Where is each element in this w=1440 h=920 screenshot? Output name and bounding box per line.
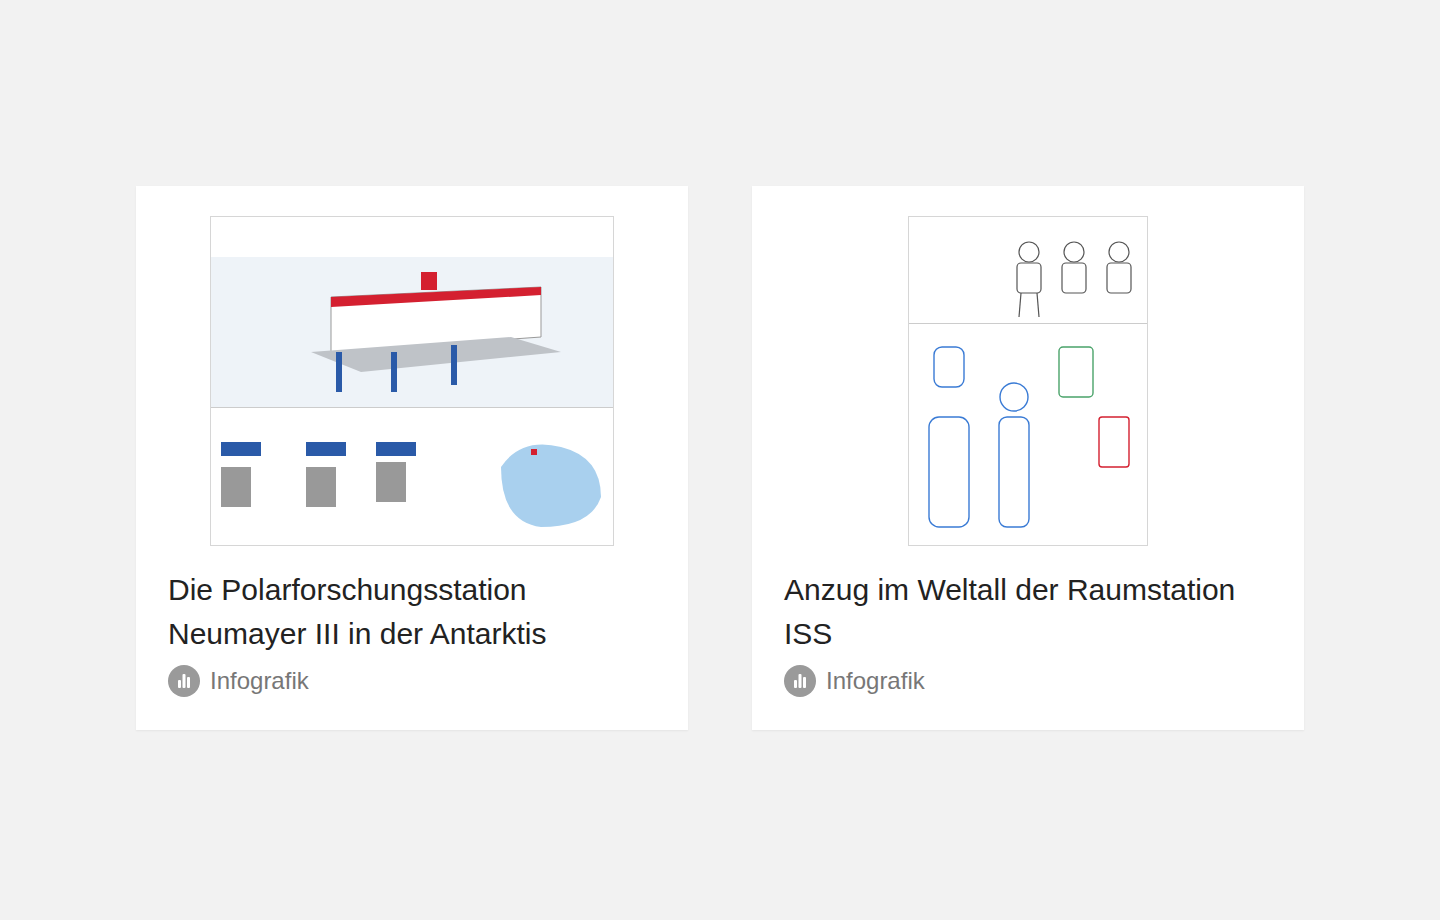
card-meta: Infografik (168, 664, 656, 698)
station-illustration-icon (211, 217, 613, 545)
card-title[interactable]: Die Polarforschungsstation Neumayer III … (168, 568, 628, 656)
infographic-icon (784, 665, 816, 697)
thumbnail-area (784, 216, 1272, 546)
article-card[interactable]: Die Polarforschungsstation Neumayer III … (136, 186, 688, 730)
infographic-icon (168, 665, 200, 697)
card-grid: Die Polarforschungsstation Neumayer III … (0, 0, 1440, 920)
card-meta: Infografik (784, 664, 1272, 698)
thumbnail[interactable] (908, 216, 1148, 546)
spacesuit-illustration-icon (909, 217, 1147, 545)
category-label: Infografik (210, 667, 309, 695)
thumbnail-area (168, 216, 656, 546)
category-label: Infografik (826, 667, 925, 695)
thumbnail[interactable] (210, 216, 614, 546)
article-card[interactable]: Anzug im Weltall der Raumstation ISS Info… (752, 186, 1304, 730)
card-title[interactable]: Anzug im Weltall der Raumstation ISS (784, 568, 1244, 656)
